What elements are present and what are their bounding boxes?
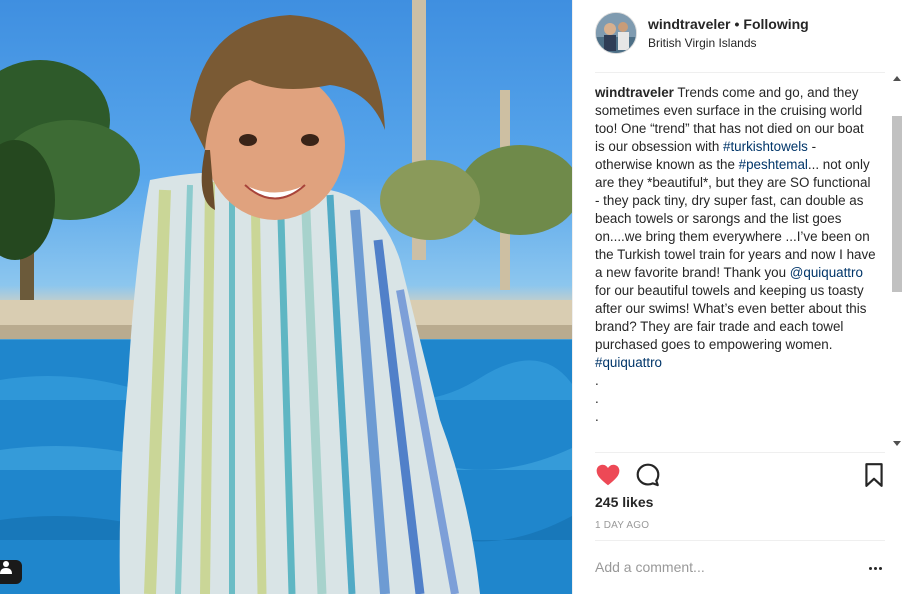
- comment-input[interactable]: [595, 556, 835, 578]
- ellipsis-icon: [873, 566, 877, 570]
- post-header: windtraveler • Following British Virgin Is…: [595, 12, 885, 56]
- caption-text-part: ... not only are they *beautiful*, but t…: [595, 157, 876, 280]
- divider: [595, 452, 885, 453]
- caption-scrollbar[interactable]: [889, 72, 904, 450]
- caption-dot: .: [595, 409, 599, 424]
- heart-filled-icon: [596, 464, 620, 486]
- caption-text-part: for our beautiful towels and keeping us …: [595, 283, 867, 352]
- comment-button[interactable]: [635, 462, 661, 488]
- avatar[interactable]: [595, 12, 637, 54]
- likes-count[interactable]: 245 likes: [595, 494, 653, 510]
- hashtag-link[interactable]: #quiquattro: [595, 355, 662, 370]
- post-timestamp[interactable]: 1 DAY AGO: [595, 520, 649, 531]
- username-link[interactable]: windtraveler: [648, 16, 730, 32]
- person-tag-icon: [0, 561, 12, 574]
- speech-bubble-icon: [636, 463, 660, 487]
- scroll-up-arrow-icon[interactable]: [893, 76, 901, 81]
- photo-scene: [0, 0, 572, 594]
- caption-text: windtraveler Trends come and go, and the…: [595, 84, 877, 426]
- caption-username[interactable]: windtraveler: [595, 85, 674, 100]
- ellipsis-icon: [868, 566, 872, 570]
- scroll-down-arrow-icon[interactable]: [893, 441, 901, 446]
- avatar-image: [596, 13, 636, 53]
- caption-dot: .: [595, 373, 599, 388]
- header-user-line: windtraveler • Following: [648, 16, 809, 32]
- divider: [595, 540, 885, 541]
- hashtag-link[interactable]: #turkishtowels: [723, 139, 808, 154]
- mention-link[interactable]: @quiquattro: [790, 265, 863, 280]
- save-button[interactable]: [863, 462, 885, 488]
- header-separator: •: [734, 16, 740, 32]
- action-bar: [595, 460, 885, 490]
- divider: [595, 72, 885, 73]
- post-details-panel: windtraveler • Following British Virgin Is…: [572, 0, 907, 594]
- like-button[interactable]: [595, 462, 621, 488]
- following-button[interactable]: Following: [743, 16, 808, 32]
- hashtag-link[interactable]: #peshtemal: [739, 157, 808, 172]
- location-link[interactable]: British Virgin Islands: [648, 36, 757, 50]
- caption-dot: .: [595, 391, 599, 406]
- ellipsis-icon: [878, 566, 882, 570]
- user-tag-button[interactable]: [0, 560, 22, 584]
- bookmark-icon: [865, 463, 883, 487]
- more-options-button[interactable]: [865, 560, 885, 576]
- scrollbar-thumb[interactable]: [892, 116, 902, 292]
- post-photo[interactable]: [0, 0, 572, 594]
- caption-scroll-area[interactable]: windtraveler Trends come and go, and the…: [595, 84, 877, 448]
